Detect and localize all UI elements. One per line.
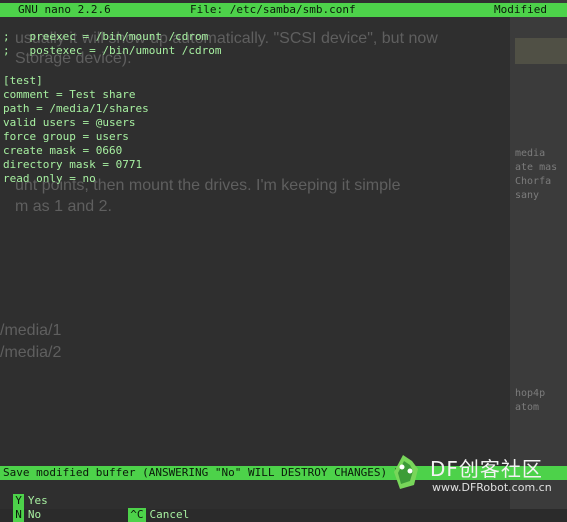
editor-line: force group = users: [3, 130, 129, 143]
editor-buffer[interactable]: ; preexec = /bin/mount /cdrom ; postexec…: [3, 30, 503, 186]
side-panel-text: Chorfa: [515, 176, 552, 187]
watermark-brand: DF创客社区: [430, 457, 543, 481]
editor-line: valid users = @users: [3, 116, 136, 129]
background-side-panel: [510, 0, 567, 509]
watermark-url: www.DFRobot.com.cn: [432, 481, 552, 494]
editor-line: read only = no: [3, 172, 96, 185]
side-panel-text: sany: [515, 190, 540, 201]
editor-line: path = /media/1/shares: [3, 102, 149, 115]
nano-title-bar: GNU nano 2.2.6 File: /etc/samba/smb.conf…: [0, 3, 567, 17]
cancel-key[interactable]: ^C: [128, 508, 146, 522]
ghost-text-5: /media/1: [0, 322, 62, 339]
editor-line: ; postexec = /bin/umount /cdrom: [3, 44, 222, 57]
cancel-label: Cancel: [149, 508, 190, 521]
modified-status: Modified: [494, 3, 547, 16]
no-key[interactable]: N: [13, 508, 24, 522]
side-panel-text: atom: [515, 402, 540, 413]
file-path: File: /etc/samba/smb.conf: [190, 3, 356, 16]
editor-line: comment = Test share: [3, 88, 136, 101]
side-panel-text: ate mas: [515, 162, 558, 173]
app-version: GNU nano 2.2.6: [18, 3, 111, 16]
editor-line: create mask = 0660: [3, 144, 123, 157]
ghost-text-6: /media/2: [0, 344, 62, 361]
side-panel-text: media: [515, 148, 546, 159]
editor-line: directory mask = 0771: [3, 158, 143, 171]
editor-line: ; preexec = /bin/mount /cdrom: [3, 30, 209, 43]
ghost-text-4: m as 1 and 2.: [15, 198, 112, 215]
side-panel-highlight: [515, 38, 567, 64]
editor-line: [test]: [3, 74, 43, 87]
shortcut-no[interactable]: N No: [0, 494, 41, 522]
no-label: No: [27, 508, 42, 521]
side-panel-text: hop4p: [515, 388, 546, 399]
shortcut-cancel[interactable]: ^C Cancel: [115, 494, 189, 522]
shortcut-yes[interactable]: Y Yes: [0, 480, 48, 508]
